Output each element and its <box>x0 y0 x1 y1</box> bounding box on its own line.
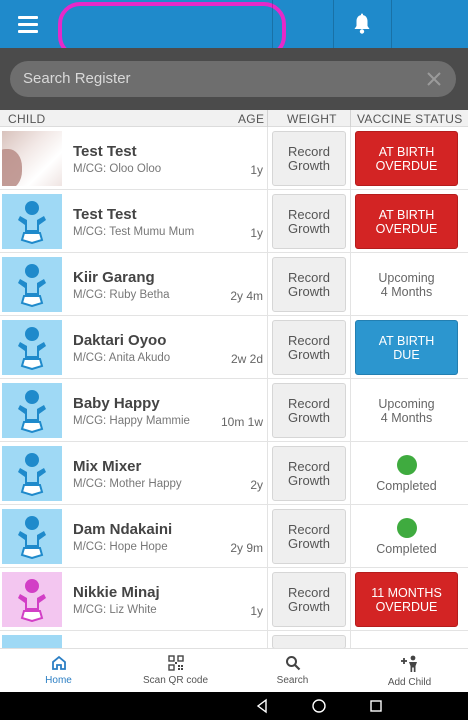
clear-search-icon[interactable] <box>424 69 444 89</box>
child-age: 2y <box>250 478 263 492</box>
vaccine-status-button[interactable]: AT BIRTH OVERDUE <box>355 131 458 186</box>
hamburger-menu-icon[interactable] <box>8 6 48 42</box>
nav-search-label: Search <box>276 675 309 686</box>
child-age: 2w 2d <box>230 352 263 366</box>
column-age: AGE <box>238 112 265 126</box>
record-growth-button[interactable]: Record Growth <box>272 320 346 375</box>
column-child: CHILD <box>8 112 46 126</box>
baby-boy-icon <box>2 383 62 438</box>
caregiver-name: M/CG: Liz White <box>73 604 157 616</box>
child-row[interactable]: Test Test M/CG: Test Mumu Mum 1y Record … <box>0 190 468 253</box>
child-name: Test Test <box>73 206 137 223</box>
record-growth-button[interactable]: Record Growth <box>272 509 346 564</box>
vaccine-status-label[interactable]: Upcoming 4 Months <box>355 257 458 312</box>
nav-search[interactable]: Search <box>234 649 351 693</box>
child-age: 1y <box>250 226 263 240</box>
caregiver-name: M/CG: Happy Mammie <box>73 415 190 427</box>
vaccine-status-button[interactable]: 11 MONTHS OVERDUE <box>355 572 458 627</box>
add-child-icon <box>400 655 417 672</box>
caregiver-name: M/CG: Hope Hope <box>73 541 168 553</box>
vaccine-status-label[interactable]: Upcoming 4 Months <box>355 383 458 438</box>
register-column-headers: CHILD AGE WEIGHT VACCINE STATUS <box>0 110 468 127</box>
caregiver-name: M/CG: Test Mumu Mum <box>73 226 195 238</box>
child-row[interactable]: Dam Ndakaini M/CG: Hope Hope 2y 9m Recor… <box>0 505 468 568</box>
baby-boy-icon <box>2 509 62 564</box>
notifications-bell-icon[interactable] <box>340 10 384 38</box>
baby-boy-icon <box>2 635 62 648</box>
vaccine-status-completed[interactable]: Completed <box>355 509 458 564</box>
app-bar <box>0 0 468 58</box>
child-name: Dam Ndakaini <box>73 521 173 538</box>
child-name: Baby Happy <box>73 395 160 412</box>
child-age: 10m 1w <box>220 415 263 429</box>
record-growth-button[interactable]: Record Growth <box>272 131 346 186</box>
child-row[interactable]: Baby Happy M/CG: Happy Mammie 10m 1w Rec… <box>0 379 468 442</box>
system-navigation-bar <box>0 692 468 720</box>
baby-girl-icon <box>2 572 62 627</box>
recent-apps-icon[interactable] <box>368 698 384 714</box>
vaccine-status-text: Completed <box>376 478 437 493</box>
nav-add-child-label: Add Child <box>387 677 432 688</box>
vaccine-status-completed[interactable]: Completed <box>355 446 458 501</box>
toolbar-divider <box>272 0 273 48</box>
toolbar-divider <box>333 0 334 48</box>
child-row[interactable]: Kiir Garang M/CG: Ruby Betha 2y 4m Recor… <box>0 253 468 316</box>
vaccine-status-button[interactable]: AT BIRTH OVERDUE <box>355 194 458 249</box>
child-register-list[interactable]: Test Test M/CG: Oloo Oloo 1y Record Grow… <box>0 127 468 648</box>
child-name: Kiir Garang <box>73 269 155 286</box>
child-age: 1y <box>250 163 263 177</box>
completed-check-icon <box>396 454 417 475</box>
baby-boy-icon <box>2 320 62 375</box>
child-name: Mix Mixer <box>73 458 142 475</box>
nav-add-child[interactable]: Add Child <box>351 649 468 693</box>
child-age: 2y 4m <box>230 289 263 303</box>
column-vaccine-status: VACCINE STATUS <box>357 112 463 126</box>
search-icon <box>285 656 300 671</box>
child-row[interactable]: Nikkie Minaj M/CG: Liz White 1y Record G… <box>0 568 468 631</box>
child-name: Nikkie Minaj <box>73 584 160 601</box>
baby-boy-icon <box>2 194 62 249</box>
column-weight: WEIGHT <box>287 112 337 126</box>
vaccine-status-button[interactable]: AT BIRTH DUE <box>355 320 458 375</box>
caregiver-name: M/CG: Ruby Betha <box>73 289 170 301</box>
caregiver-name: M/CG: Oloo Oloo <box>73 163 162 175</box>
child-row-partial[interactable] <box>0 631 468 648</box>
child-row[interactable]: Daktari Oyoo M/CG: Anita Akudo 2w 2d Rec… <box>0 316 468 379</box>
baby-boy-icon <box>2 446 62 501</box>
nav-scan-qr-label: Scan QR code <box>142 675 209 686</box>
search-placeholder: Search Register <box>23 70 131 87</box>
toolbar-divider <box>391 0 392 48</box>
record-growth-button-partial[interactable] <box>272 635 346 648</box>
completed-check-icon <box>396 517 417 538</box>
child-age: 2y 9m <box>230 541 263 555</box>
child-row[interactable]: Test Test M/CG: Oloo Oloo 1y Record Grow… <box>0 127 468 190</box>
nav-home[interactable]: Home <box>0 649 117 693</box>
search-bar: Search Register <box>0 48 468 110</box>
record-growth-button[interactable]: Record Growth <box>272 383 346 438</box>
caregiver-name: M/CG: Anita Akudo <box>73 352 171 364</box>
search-register-input[interactable]: Search Register <box>10 61 456 97</box>
baby-boy-icon <box>2 257 62 312</box>
child-row[interactable]: Mix Mixer M/CG: Mother Happy 2y Record G… <box>0 442 468 505</box>
child-age: 1y <box>250 604 263 618</box>
child-name: Daktari Oyoo <box>73 332 167 349</box>
nav-scan-qr[interactable]: Scan QR code <box>117 649 234 693</box>
child-name: Test Test <box>73 143 137 160</box>
home-icon <box>51 655 66 670</box>
back-icon[interactable] <box>254 698 270 714</box>
home-circle-icon[interactable] <box>311 698 327 714</box>
record-growth-button[interactable]: Record Growth <box>272 194 346 249</box>
child-photo <box>2 131 62 186</box>
record-growth-button[interactable]: Record Growth <box>272 446 346 501</box>
qr-code-icon <box>167 655 184 671</box>
bottom-navigation: Home Scan QR code Search Add Child <box>0 648 468 692</box>
vaccine-status-text: Completed <box>376 541 437 556</box>
record-growth-button[interactable]: Record Growth <box>272 257 346 312</box>
nav-home-label: Home <box>45 675 72 686</box>
caregiver-name: M/CG: Mother Happy <box>73 478 182 490</box>
record-growth-button[interactable]: Record Growth <box>272 572 346 627</box>
